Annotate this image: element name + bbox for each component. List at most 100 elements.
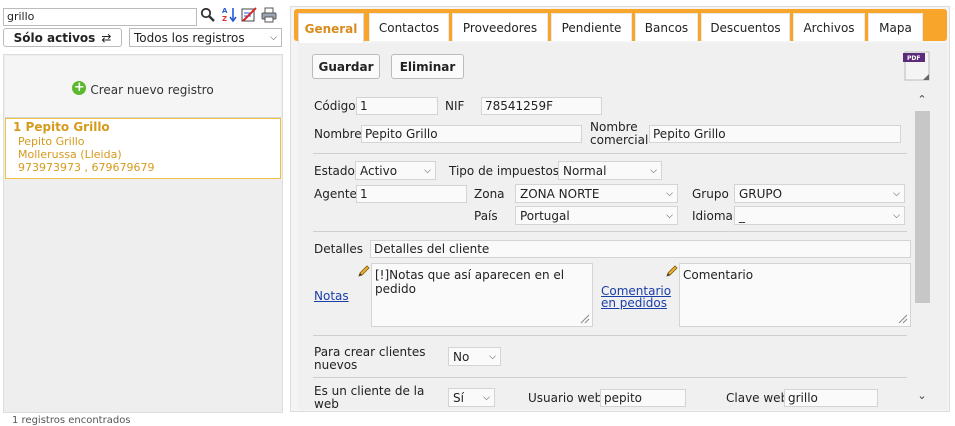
nombre-field[interactable]: Pepito Grillo <box>361 125 582 143</box>
search-input[interactable]: grillo <box>3 8 197 26</box>
scroll-down-icon[interactable]: ⌄ <box>914 388 930 404</box>
pais-label: País <box>474 209 498 223</box>
usuario-web-field[interactable]: pepito <box>600 389 686 407</box>
create-record-button[interactable]: + Crear nuevo registro <box>5 56 281 118</box>
zona-select[interactable]: ZONA NORTE ⌵ <box>515 184 678 203</box>
record-list-panel: + Crear nuevo registro 1 Pepito Grillo P… <box>3 54 283 413</box>
svg-text:Z: Z <box>222 15 227 23</box>
codigo-label: Código <box>314 99 356 113</box>
search-icon[interactable] <box>200 6 216 23</box>
print-icon[interactable] <box>261 6 277 23</box>
nombre-comercial-field[interactable]: Pepito Grillo <box>649 125 901 143</box>
pencil-icon[interactable] <box>357 264 371 278</box>
estado-value: Activo <box>360 163 398 178</box>
pdf-icon-text: PDF <box>907 55 920 62</box>
chevron-down-icon: ⌵ <box>666 210 673 221</box>
crear-clientes-label-1: Para crear clientes <box>314 345 426 359</box>
idioma-label: Idioma <box>692 209 733 223</box>
resize-grip-icon[interactable] <box>898 314 908 324</box>
swap-icon: ⇄ <box>101 30 112 45</box>
usuario-web-label: Usuario web <box>528 391 603 405</box>
comentario-pedidos-link-2[interactable]: en pedidos <box>601 297 667 310</box>
scroll-up-icon[interactable]: ⌃ <box>914 92 930 108</box>
pais-select[interactable]: Portugal ⌵ <box>515 206 678 225</box>
chevron-down-icon: ⌵ <box>650 165 657 176</box>
registros-filter-select[interactable]: Todos los registros ⌵ <box>129 28 282 47</box>
pencil-icon[interactable] <box>665 264 679 278</box>
crear-clientes-select[interactable]: No ⌵ <box>448 347 501 366</box>
crear-clientes-label-2: nuevos <box>314 358 358 372</box>
registros-filter-value: Todos los registros <box>134 30 245 45</box>
es-cliente-web-label-2: web <box>314 397 339 410</box>
agente-field[interactable]: 1 <box>356 185 467 203</box>
es-cliente-web-label-1: Es un cliente de la <box>314 384 425 398</box>
agente-label: Agente <box>314 187 357 201</box>
save-button[interactable]: Guardar <box>312 54 380 79</box>
records-found-count: 1 registros encontrados <box>12 415 131 426</box>
web-access-row: Es un cliente de la web Sí ⌵ Usuario web… <box>298 380 912 410</box>
nombre-comercial-label-1: Nombre <box>590 120 638 134</box>
nif-field[interactable]: 78541259F <box>481 97 602 115</box>
nombre-comercial-label-2: comercial <box>590 133 649 147</box>
chevron-down-icon: ⌵ <box>666 188 673 199</box>
grupo-value: GRUPO <box>739 186 783 201</box>
tab-descuentos[interactable]: Descuentos <box>701 13 790 41</box>
chevron-down-icon: ⌵ <box>270 32 277 43</box>
record-location: Mollerussa (Lleida) <box>18 148 122 161</box>
tab-archivos[interactable]: Archivos <box>793 13 865 41</box>
zona-value: ZONA NORTE <box>520 186 600 201</box>
grupo-select[interactable]: GRUPO ⌵ <box>734 184 905 203</box>
tab-proveedores[interactable]: Proveedores <box>452 13 548 41</box>
tab-general[interactable]: General <box>298 13 364 43</box>
clave-web-field[interactable]: grillo <box>784 389 878 407</box>
add-icon: + <box>72 80 87 95</box>
es-cliente-web-select[interactable]: Sí ⌵ <box>448 388 495 407</box>
record-name: Pepito Grillo <box>18 135 85 148</box>
tipo-impuestos-value: Normal <box>563 163 607 178</box>
scroll-thumb[interactable] <box>915 111 930 303</box>
chevron-down-icon: ⌵ <box>489 351 496 362</box>
form-scrollbar[interactable]: ⌃ ⌄ <box>914 92 930 408</box>
delete-button[interactable]: Eliminar <box>391 54 464 79</box>
pdf-icon[interactable]: PDF <box>903 50 931 82</box>
edit-list-icon[interactable] <box>241 6 257 23</box>
chevron-down-icon: ⌵ <box>893 188 900 199</box>
chevron-down-icon: ⌵ <box>424 165 431 176</box>
zona-label: Zona <box>474 187 505 201</box>
create-record-label: Crear nuevo registro <box>90 83 214 97</box>
idioma-value: _ <box>739 208 745 223</box>
detalles-label: Detalles <box>314 242 363 256</box>
resize-grip-icon[interactable] <box>580 314 590 324</box>
svg-text:A: A <box>222 7 228 15</box>
solo-activos-toggle[interactable]: Sólo activos ⇄ <box>3 28 122 47</box>
notas-value: [!]Notas que así aparecen en el pedido <box>375 268 565 296</box>
notas-textarea[interactable]: [!]Notas que así aparecen en el pedido <box>371 263 593 327</box>
idioma-select[interactable]: _ ⌵ <box>734 206 905 225</box>
record-phones: 973973973 , 679679679 <box>18 161 155 174</box>
nombre-label: Nombre <box>314 127 362 141</box>
comentario-textarea[interactable]: Comentario <box>679 263 911 327</box>
divider <box>313 335 907 336</box>
record-title: 1 Pepito Grillo <box>13 120 110 134</box>
detalles-field[interactable]: Detalles del cliente <box>370 240 911 258</box>
divider <box>313 153 907 154</box>
estado-select[interactable]: Activo ⌵ <box>355 161 436 180</box>
tipo-impuestos-label: Tipo de impuestos <box>449 164 560 178</box>
es-cliente-web-value: Sí <box>453 390 464 405</box>
tab-contactos[interactable]: Contactos <box>369 13 449 41</box>
sort-icon[interactable]: A Z <box>221 6 237 23</box>
codigo-field[interactable]: 1 <box>356 97 438 115</box>
tab-mapa[interactable]: Mapa <box>868 13 923 41</box>
chevron-down-icon: ⌵ <box>893 210 900 221</box>
tipo-impuestos-select[interactable]: Normal ⌵ <box>558 161 662 180</box>
grupo-label: Grupo <box>692 187 729 201</box>
estado-label: Estado <box>314 164 355 178</box>
tab-pendiente[interactable]: Pendiente <box>551 13 632 41</box>
record-list-item[interactable]: 1 Pepito Grillo Pepito Grillo Mollerussa… <box>5 118 281 179</box>
divider <box>313 377 907 378</box>
tab-bancos[interactable]: Bancos <box>635 13 698 41</box>
solo-activos-label: Sólo activos <box>13 30 96 45</box>
divider <box>313 231 907 232</box>
notas-link[interactable]: Notas <box>314 290 349 303</box>
clave-web-label: Clave web <box>726 391 789 405</box>
